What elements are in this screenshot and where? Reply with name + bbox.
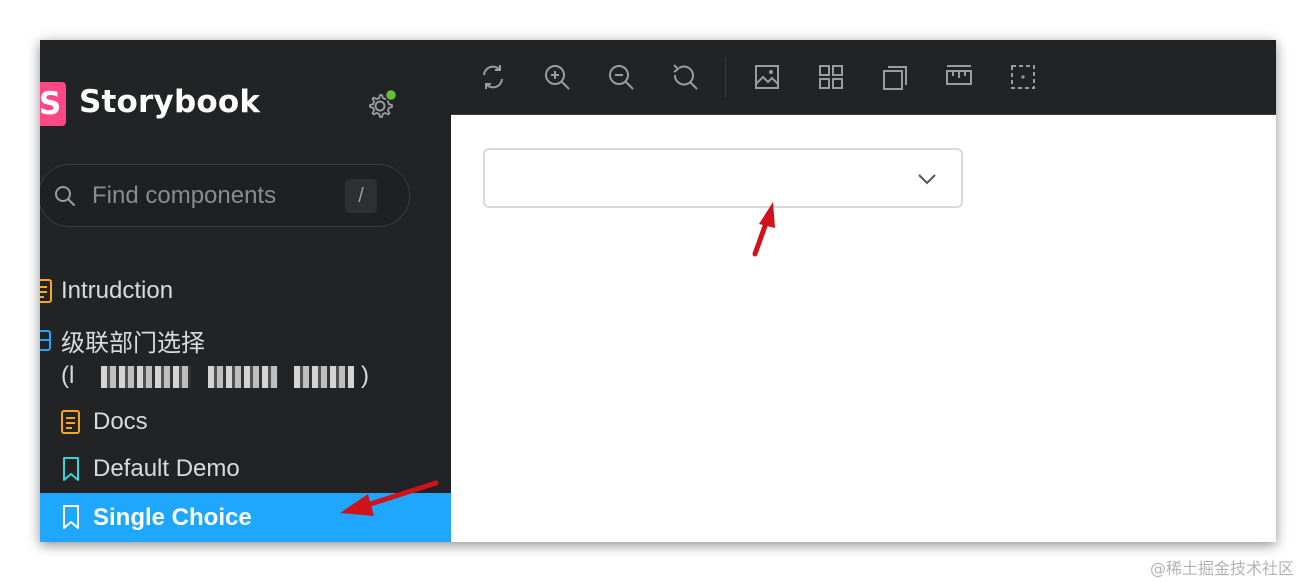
background-button[interactable] [750, 60, 784, 94]
watermark: @稀土掘金技术社区 [1150, 559, 1295, 578]
measure-icon [946, 65, 972, 85]
sidebar-item-cascade-dept[interactable]: 级联部门选择 [40, 320, 451, 360]
zoom-in-icon [545, 65, 570, 90]
preview-toolbar [451, 40, 1276, 115]
path-close: ) [361, 362, 370, 389]
component-icon [40, 330, 51, 351]
search-input[interactable]: Find components [92, 182, 276, 210]
redacted-text [101, 365, 191, 388]
outline-button[interactable] [1006, 60, 1040, 94]
zoom-in-button[interactable] [540, 60, 574, 94]
viewport-button[interactable] [878, 60, 912, 94]
logo-letter: S [40, 86, 62, 122]
search-shortcut-key: / [345, 179, 377, 213]
bookmark-icon [63, 457, 79, 481]
reset-zoom-icon [673, 64, 698, 90]
sidebar-item-label: Intrudction [61, 277, 174, 304]
screenshot-frame: S Storybook Find components / Intrudctio… [40, 40, 1276, 542]
storybook-logo[interactable]: S [40, 82, 66, 126]
sidebar-item-default-demo[interactable]: Default Demo [40, 449, 451, 489]
sidebar-item-label: 级联部门选择 [61, 329, 205, 357]
bookmark-icon [63, 505, 79, 529]
redacted-text [207, 365, 278, 388]
sidebar-item-path: (l ) [40, 356, 451, 396]
measure-button[interactable] [942, 60, 976, 94]
document-icon [61, 410, 80, 434]
gear-icon [369, 88, 398, 118]
annotation-arrow [752, 202, 775, 257]
viewport-icon [883, 66, 907, 90]
sidebar-item-label: (l ) [61, 362, 369, 390]
sidebar-item-single-choice[interactable]: Single Choice [40, 493, 451, 542]
sidebar-item-introduction[interactable]: Intrudction [40, 271, 451, 311]
brand-name[interactable]: Storybook [79, 84, 260, 120]
toolbar-separator [725, 57, 726, 97]
sidebar: S Storybook Find components / Intrudctio… [40, 40, 451, 542]
grid-button[interactable] [814, 60, 848, 94]
background-icon [755, 65, 779, 89]
sidebar-item-label: Default Demo [93, 455, 240, 482]
reload-button[interactable] [476, 60, 510, 94]
reload-icon [483, 65, 503, 89]
search-box[interactable]: Find components / [40, 164, 410, 227]
chevron-down-icon[interactable] [915, 167, 939, 191]
sidebar-item-label: Docs [93, 408, 148, 435]
outline-icon [1011, 65, 1035, 89]
settings-button[interactable] [364, 86, 400, 122]
department-select[interactable] [483, 148, 963, 208]
reset-zoom-button[interactable] [668, 60, 702, 94]
sidebar-item-docs[interactable]: Docs [40, 402, 451, 442]
redacted-text [294, 365, 355, 388]
preview-canvas [451, 115, 1276, 542]
zoom-out-button[interactable] [604, 60, 638, 94]
status-dot [384, 88, 398, 102]
zoom-out-icon [609, 65, 634, 90]
search-icon [55, 186, 75, 206]
path-open: (l [61, 362, 75, 389]
grid-icon [819, 65, 843, 89]
document-icon [40, 279, 52, 303]
sidebar-item-label: Single Choice [93, 503, 252, 531]
